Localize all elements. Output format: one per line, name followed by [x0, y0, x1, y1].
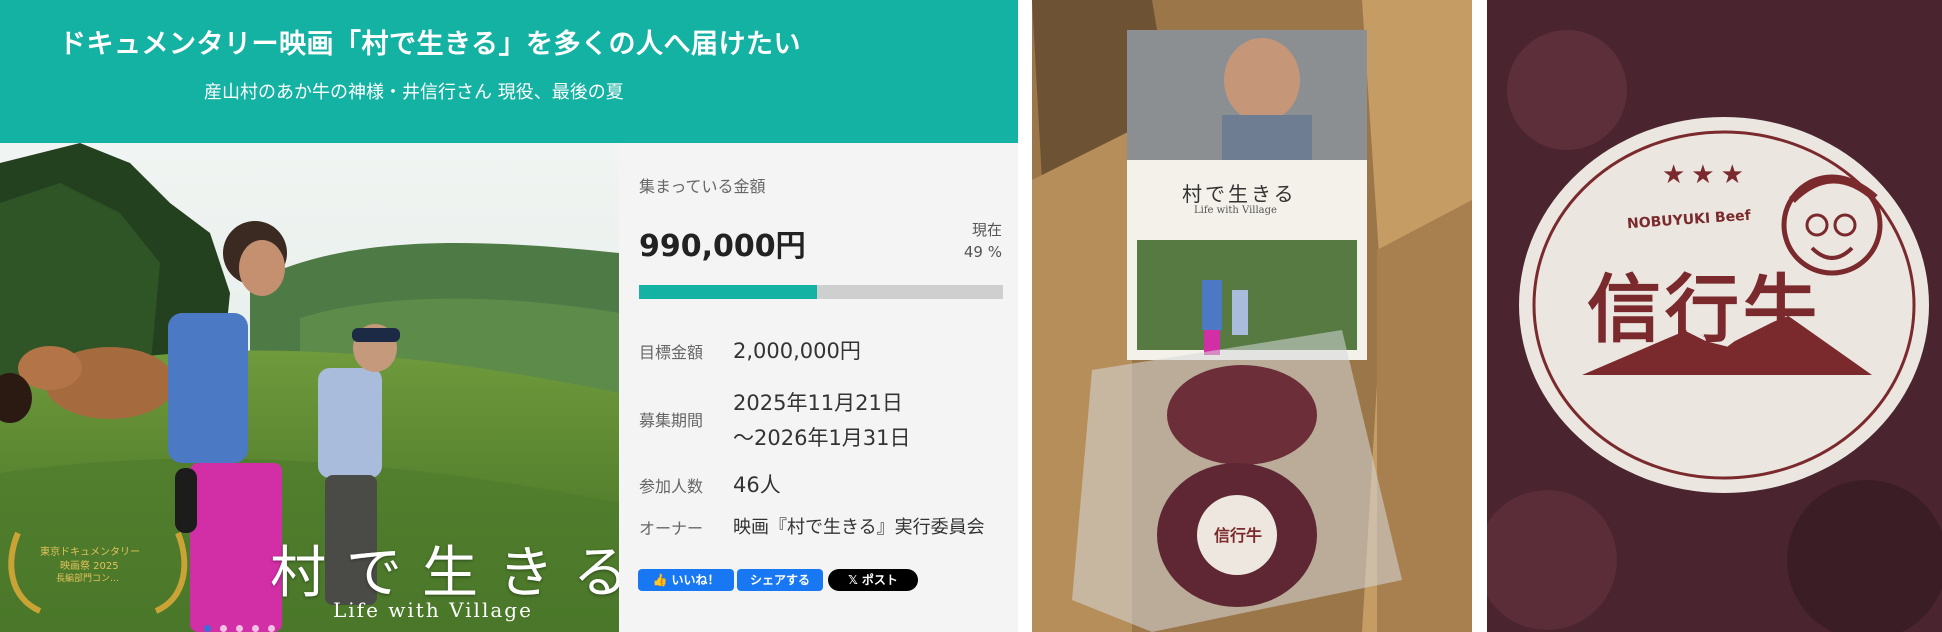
carousel-dot-4[interactable] — [252, 625, 260, 632]
pamphlet-subtitle: Life with Village — [1194, 205, 1277, 216]
facebook-like-button[interactable]: 👍 いいね！ — [638, 569, 734, 591]
raised-amount: 990,000円 — [639, 229, 806, 264]
x-post-button[interactable]: 𝕏 ポスト — [828, 569, 918, 591]
project-header: ドキュメンタリー映画「村で生きる」を多くの人へ届けたい 産山村のあか牛の神様・井… — [0, 0, 1018, 143]
period-end: ～2026年1月31日 — [733, 426, 911, 450]
carousel-dot-2[interactable] — [220, 625, 228, 632]
facebook-share-button[interactable]: シェアする — [737, 569, 823, 591]
project-card: ドキュメンタリー映画「村で生きる」を多くの人へ届けたい 産山村のあか牛の神様・井… — [0, 0, 1018, 632]
owner-value[interactable]: 映画『村で生きる』実行委員会 — [733, 513, 985, 539]
beef-stars: ★★★ — [1662, 160, 1750, 190]
project-subtitle: 産山村のあか牛の神様・井信行さん 現役、最後の夏 — [204, 82, 624, 103]
period-label: 募集期間 — [639, 411, 704, 430]
current-label: 現在 — [971, 221, 1002, 239]
period-start: 2025年11月21日 — [733, 391, 903, 415]
film-subtitle: Life with Village — [333, 598, 533, 622]
beef-photo: ★★★ NOBUYUKI Beef 信行牛 — [1487, 0, 1942, 632]
percent-text: 49 % — [963, 243, 1002, 261]
box-photo: 村で生きる Life with Village 信行牛 — [1032, 0, 1472, 632]
hero-image[interactable]: 東京ドキュメンタリー 映画祭 2025 長編部門コン… 村で生きる Life w… — [0, 143, 619, 632]
goal-value: 2,000,000円 — [733, 339, 861, 363]
participants-value: 46人 — [733, 473, 781, 497]
carousel-dot-1[interactable] — [204, 625, 211, 632]
raised-label: 集まっている金額 — [639, 177, 766, 196]
progress-fill — [639, 285, 818, 299]
beef-label: 信行牛 — [1587, 267, 1821, 353]
project-title[interactable]: ドキュメンタリー映画「村で生きる」を多くの人へ届けたい — [59, 22, 801, 61]
progress-bar — [639, 285, 1003, 299]
award-text-2: 映画祭 2025 — [60, 561, 119, 572]
pamphlet-title: 村で生きる — [1182, 182, 1297, 206]
carousel-dot-5[interactable] — [268, 625, 276, 632]
carousel-dots[interactable] — [204, 617, 276, 632]
award-text-3: 長編部門コン… — [56, 574, 120, 584]
owner-label: オーナー — [639, 519, 704, 538]
participants-label: 参加人数 — [639, 477, 704, 496]
film-title: 村で生きる — [270, 541, 619, 606]
sticker-text: 信行牛 — [1214, 526, 1263, 545]
funding-stats: 集まっている金額 990,000円 現在 49 % 目標金額 2,000,000… — [619, 143, 1018, 632]
carousel-dot-3[interactable] — [236, 625, 244, 632]
goal-label: 目標金額 — [639, 343, 704, 362]
award-text-1: 東京ドキュメンタリー — [40, 547, 140, 558]
